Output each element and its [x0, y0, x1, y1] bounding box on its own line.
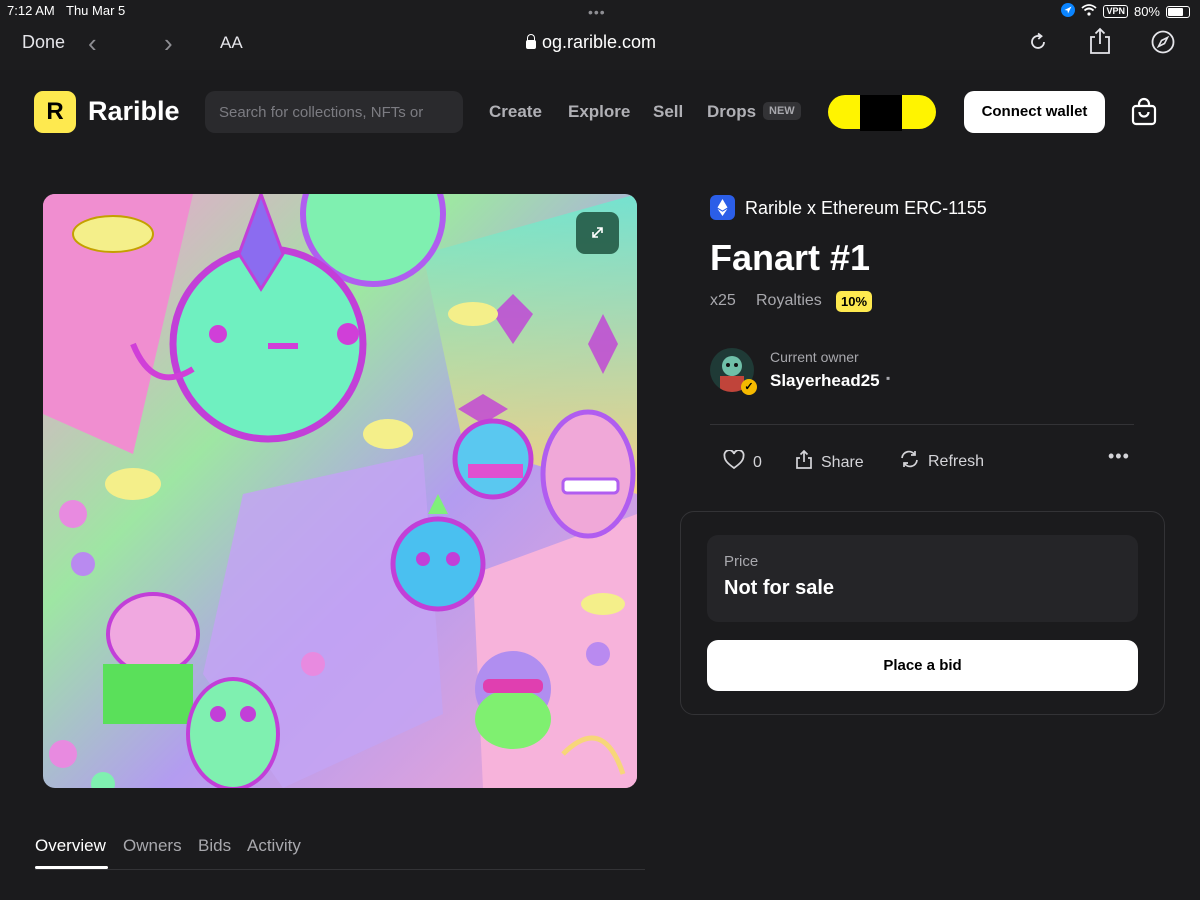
price-value: Not for sale: [724, 577, 835, 599]
owner-name[interactable]: Slayerhead25: [770, 371, 880, 391]
refresh-label: Refresh: [928, 452, 985, 470]
royalties-badge: 10%: [836, 291, 873, 312]
multitask-dots-icon[interactable]: •••: [588, 4, 606, 20]
tab-owners[interactable]: Owners: [123, 836, 182, 856]
status-time: 7:12 AM: [7, 3, 55, 18]
tab-bids[interactable]: Bids: [198, 836, 231, 856]
location-icon: [1061, 3, 1076, 20]
share-sheet-icon[interactable]: [1088, 27, 1112, 60]
connect-wallet-button[interactable]: Connect wallet: [964, 91, 1105, 133]
battery-percent: 80%: [1133, 4, 1160, 19]
new-badge: NEW: [763, 102, 801, 120]
heart-icon: [723, 449, 745, 475]
text-size-button[interactable]: AA: [220, 33, 243, 53]
user-avatar-left[interactable]: [828, 95, 864, 129]
refresh-icon: [899, 450, 920, 473]
verified-badge-icon: ✓: [741, 379, 757, 395]
nft-artwork-image[interactable]: [43, 194, 637, 788]
share-icon: [795, 449, 813, 475]
nav-sell[interactable]: Sell: [653, 102, 683, 122]
nft-title: Fanart #1: [710, 237, 871, 278]
edition-count: x25: [710, 292, 736, 309]
rarible-logo-icon[interactable]: R: [34, 91, 76, 133]
royalties-label: Royalties: [756, 292, 822, 309]
search-input[interactable]: [205, 91, 463, 133]
refresh-button[interactable]: Refresh: [899, 450, 984, 473]
battery-icon: [1166, 5, 1190, 18]
price-label: Price: [724, 553, 759, 570]
share-label: Share: [821, 453, 864, 471]
wifi-icon: [1081, 4, 1098, 19]
nav-drops[interactable]: Drops: [707, 102, 756, 122]
tab-divider: [35, 869, 645, 870]
expand-button[interactable]: [576, 212, 619, 254]
more-options-icon[interactable]: •••: [1108, 446, 1130, 467]
status-indicators: VPN 80%: [1061, 3, 1190, 20]
divider: [710, 424, 1134, 425]
address-bar[interactable]: og.rarible.com: [526, 32, 656, 53]
tab-activity[interactable]: Activity: [247, 836, 301, 856]
url-text: og.rarible.com: [542, 32, 657, 52]
vpn-indicator: VPN: [1103, 5, 1128, 18]
cart-bag-icon[interactable]: [1130, 97, 1158, 132]
redaction-block: [860, 95, 902, 131]
compass-icon[interactable]: [1151, 30, 1175, 59]
lock-icon: [526, 34, 536, 49]
reload-icon[interactable]: [1027, 31, 1049, 58]
user-avatar-right[interactable]: [898, 95, 936, 129]
site-logo-text[interactable]: Rarible: [88, 96, 180, 127]
back-icon[interactable]: ‹: [88, 28, 97, 59]
place-bid-button[interactable]: Place a bid: [707, 640, 1138, 691]
like-count: 0: [753, 453, 762, 471]
message-icon[interactable]: ▪: [886, 371, 890, 385]
tab-overview[interactable]: Overview: [35, 836, 106, 856]
ethereum-icon: [710, 195, 735, 220]
active-tab-indicator: [35, 866, 108, 869]
status-date: Thu Mar 5: [66, 3, 126, 18]
nav-create[interactable]: Create: [489, 102, 542, 122]
owner-label: Current owner: [770, 349, 859, 365]
share-button[interactable]: Share: [795, 449, 864, 475]
collection-link[interactable]: Rarible x Ethereum ERC-1155: [745, 198, 987, 219]
nav-explore[interactable]: Explore: [568, 102, 630, 122]
like-button[interactable]: 0: [723, 449, 762, 475]
forward-icon[interactable]: ›: [164, 28, 173, 59]
done-button[interactable]: Done: [22, 32, 65, 53]
